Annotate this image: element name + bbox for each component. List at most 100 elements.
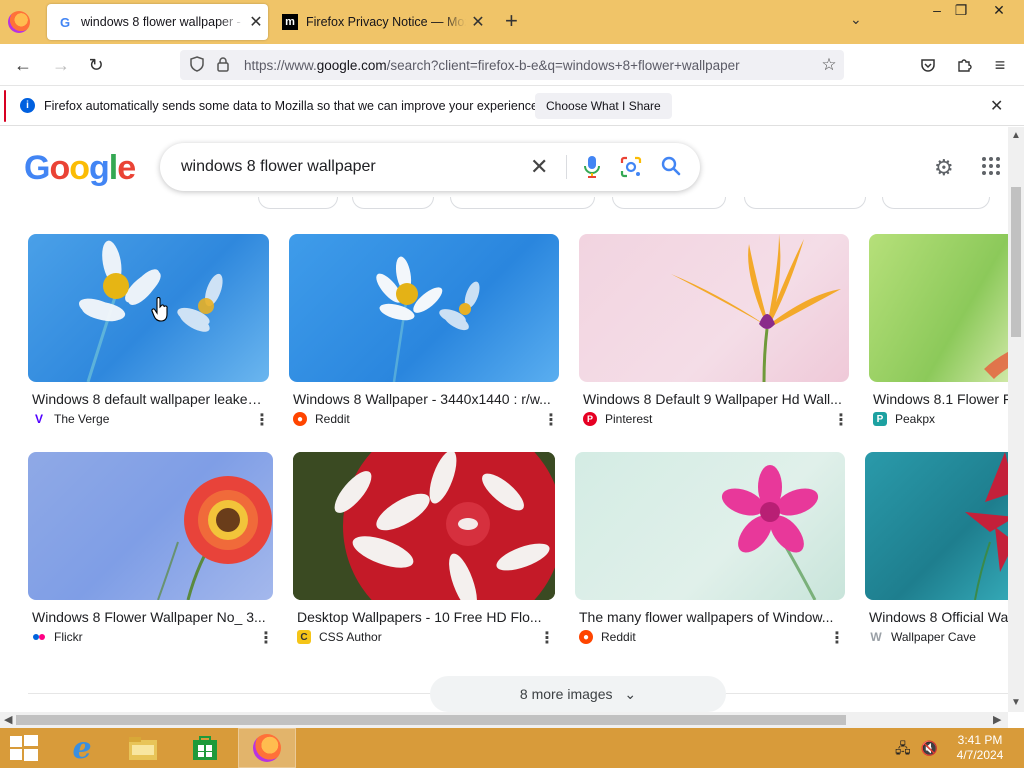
- result-thumbnail[interactable]: [28, 234, 269, 382]
- source-name: The Verge: [54, 412, 110, 426]
- bookmark-star-icon[interactable]: ☆: [814, 55, 844, 75]
- image-result[interactable]: Windows 8 Official Wa W Wallpaper Cave: [865, 452, 1008, 652]
- search-divider: [566, 155, 567, 179]
- filter-chip[interactable]: [258, 197, 338, 209]
- result-title[interactable]: Windows 8 Official Wa: [869, 609, 1008, 625]
- close-tab-icon[interactable]: ✕: [244, 12, 268, 32]
- vertical-scrollbar[interactable]: ▲ ▼: [1008, 127, 1024, 712]
- firefox-menu-icon[interactable]: [8, 11, 30, 33]
- extensions-icon[interactable]: [951, 52, 977, 78]
- result-title[interactable]: Windows 8.1 Flower F: [873, 391, 1008, 407]
- image-result[interactable]: Windows 8 Wallpaper - 3440x1440 : r/w...…: [289, 234, 559, 434]
- image-result[interactable]: Windows 8 Flower Wallpaper No_ 3... Flic…: [28, 452, 274, 652]
- filter-chip[interactable]: [744, 197, 866, 209]
- list-all-tabs-icon[interactable]: ⌄: [850, 11, 862, 28]
- image-result[interactable]: Windows 8 default wallpaper leaked ... V…: [28, 234, 270, 434]
- result-source[interactable]: W Wallpaper Cave: [869, 630, 976, 644]
- clear-search-icon[interactable]: ✕: [530, 154, 548, 180]
- result-thumbnail[interactable]: [579, 234, 849, 382]
- url-text: https://www.google.com/search?client=fir…: [244, 57, 740, 73]
- more-options-icon[interactable]: ⋮: [833, 410, 849, 430]
- horizontal-scrollbar[interactable]: ◀ ▶: [0, 712, 1008, 728]
- result-thumbnail[interactable]: [865, 452, 1008, 600]
- tab-google-search[interactable]: G windows 8 flower wallpaper - Google Se…: [47, 4, 268, 40]
- scroll-left-icon[interactable]: ◀: [4, 713, 12, 726]
- image-result[interactable]: Windows 8.1 Flower F P Peakpx: [869, 234, 1008, 434]
- close-tab-icon[interactable]: ✕: [466, 12, 490, 32]
- result-title[interactable]: Windows 8 Wallpaper - 3440x1440 : r/w...: [293, 391, 555, 407]
- more-images-button[interactable]: 8 more images ⌄: [430, 676, 726, 712]
- settings-gear-icon[interactable]: ⚙: [934, 155, 954, 181]
- firefox-taskbar-icon[interactable]: [238, 728, 296, 768]
- source-name: CSS Author: [319, 630, 382, 644]
- source-name: Flickr: [54, 630, 83, 644]
- image-result[interactable]: Desktop Wallpapers - 10 Free HD Flo... C…: [293, 452, 555, 652]
- volume-muted-icon[interactable]: 🔇: [921, 740, 938, 756]
- more-options-icon[interactable]: ⋮: [254, 410, 270, 430]
- result-thumbnail[interactable]: [869, 234, 1008, 382]
- clock[interactable]: 3:41 PM 4/7/2024: [950, 733, 1010, 763]
- result-thumbnail[interactable]: [293, 452, 555, 600]
- result-thumbnail[interactable]: [28, 452, 273, 600]
- window-close-icon[interactable]: ✕: [984, 0, 1014, 22]
- image-result[interactable]: Windows 8 Default 9 Wallpaper Hd Wall...…: [579, 234, 849, 434]
- result-source[interactable]: ● Reddit: [579, 630, 636, 644]
- more-options-icon[interactable]: ⋮: [258, 628, 274, 648]
- file-explorer-icon[interactable]: [114, 728, 172, 768]
- search-box[interactable]: windows 8 flower wallpaper ✕: [160, 143, 700, 191]
- forward-arrow-icon[interactable]: →: [48, 52, 74, 78]
- result-thumbnail[interactable]: [289, 234, 559, 382]
- search-input[interactable]: windows 8 flower wallpaper: [181, 158, 376, 176]
- result-source[interactable]: C CSS Author: [297, 630, 382, 644]
- result-title[interactable]: Windows 8 Flower Wallpaper No_ 3...: [32, 609, 269, 625]
- google-apps-icon[interactable]: [982, 157, 1000, 175]
- source-name: Pinterest: [605, 412, 653, 426]
- image-result[interactable]: The many flower wallpapers of Window... …: [575, 452, 845, 652]
- horizontal-scroll-thumb[interactable]: [16, 715, 846, 725]
- network-icon[interactable]: 🖧: [895, 740, 911, 756]
- reload-icon[interactable]: ↻: [83, 52, 109, 78]
- filter-chip[interactable]: [612, 197, 726, 209]
- clock-date: 4/7/2024: [956, 748, 1004, 762]
- scroll-right-icon[interactable]: ▶: [993, 713, 1001, 726]
- more-options-icon[interactable]: ⋮: [539, 628, 555, 648]
- more-options-icon[interactable]: ⋮: [829, 628, 845, 648]
- voice-search-icon[interactable]: [582, 155, 602, 179]
- result-title[interactable]: Windows 8 Default 9 Wallpaper Hd Wall...: [583, 391, 845, 407]
- google-lens-icon[interactable]: [620, 156, 642, 178]
- tracking-protection-shield-icon[interactable]: [184, 55, 210, 75]
- scroll-down-icon[interactable]: ▼: [1011, 697, 1021, 708]
- windows-start-icon[interactable]: [10, 735, 38, 761]
- result-title[interactable]: The many flower wallpapers of Window...: [579, 609, 841, 625]
- filter-chip[interactable]: [352, 197, 434, 209]
- scroll-up-icon[interactable]: ▲: [1011, 130, 1021, 141]
- source-name: Reddit: [315, 412, 350, 426]
- search-icon[interactable]: [660, 155, 682, 177]
- vertical-scroll-thumb[interactable]: [1011, 187, 1021, 337]
- result-title[interactable]: Windows 8 default wallpaper leaked ...: [32, 391, 265, 407]
- filter-chip[interactable]: [882, 197, 990, 209]
- close-notification-icon[interactable]: ✕: [990, 96, 1003, 116]
- restore-icon[interactable]: ❐: [946, 0, 976, 22]
- windows-store-icon[interactable]: [176, 728, 234, 768]
- google-logo[interactable]: Google: [24, 149, 136, 188]
- result-source[interactable]: P Peakpx: [873, 412, 935, 426]
- filter-chip[interactable]: [450, 197, 595, 209]
- choose-what-i-share-button[interactable]: Choose What I Share: [535, 93, 672, 119]
- hamburger-menu-icon[interactable]: ≡: [987, 52, 1013, 78]
- more-options-icon[interactable]: ⋮: [543, 410, 559, 430]
- result-source[interactable]: P Pinterest: [583, 412, 652, 426]
- internet-explorer-icon[interactable]: e: [53, 728, 111, 768]
- address-bar[interactable]: https://www.google.com/search?client=fir…: [180, 50, 844, 80]
- result-source[interactable]: V The Verge: [32, 412, 109, 426]
- back-arrow-icon[interactable]: ←: [10, 52, 36, 78]
- result-thumbnail[interactable]: [575, 452, 845, 600]
- lock-icon[interactable]: [210, 56, 236, 75]
- tab-firefox-privacy[interactable]: m Firefox Privacy Notice — Mozilla ✕: [272, 4, 490, 40]
- pocket-icon[interactable]: [915, 52, 941, 78]
- result-source[interactable]: Flickr: [32, 630, 83, 644]
- new-tab-icon[interactable]: +: [505, 10, 518, 32]
- filter-chips-row: [0, 197, 1008, 209]
- result-source[interactable]: ● Reddit: [293, 412, 350, 426]
- result-title[interactable]: Desktop Wallpapers - 10 Free HD Flo...: [297, 609, 551, 625]
